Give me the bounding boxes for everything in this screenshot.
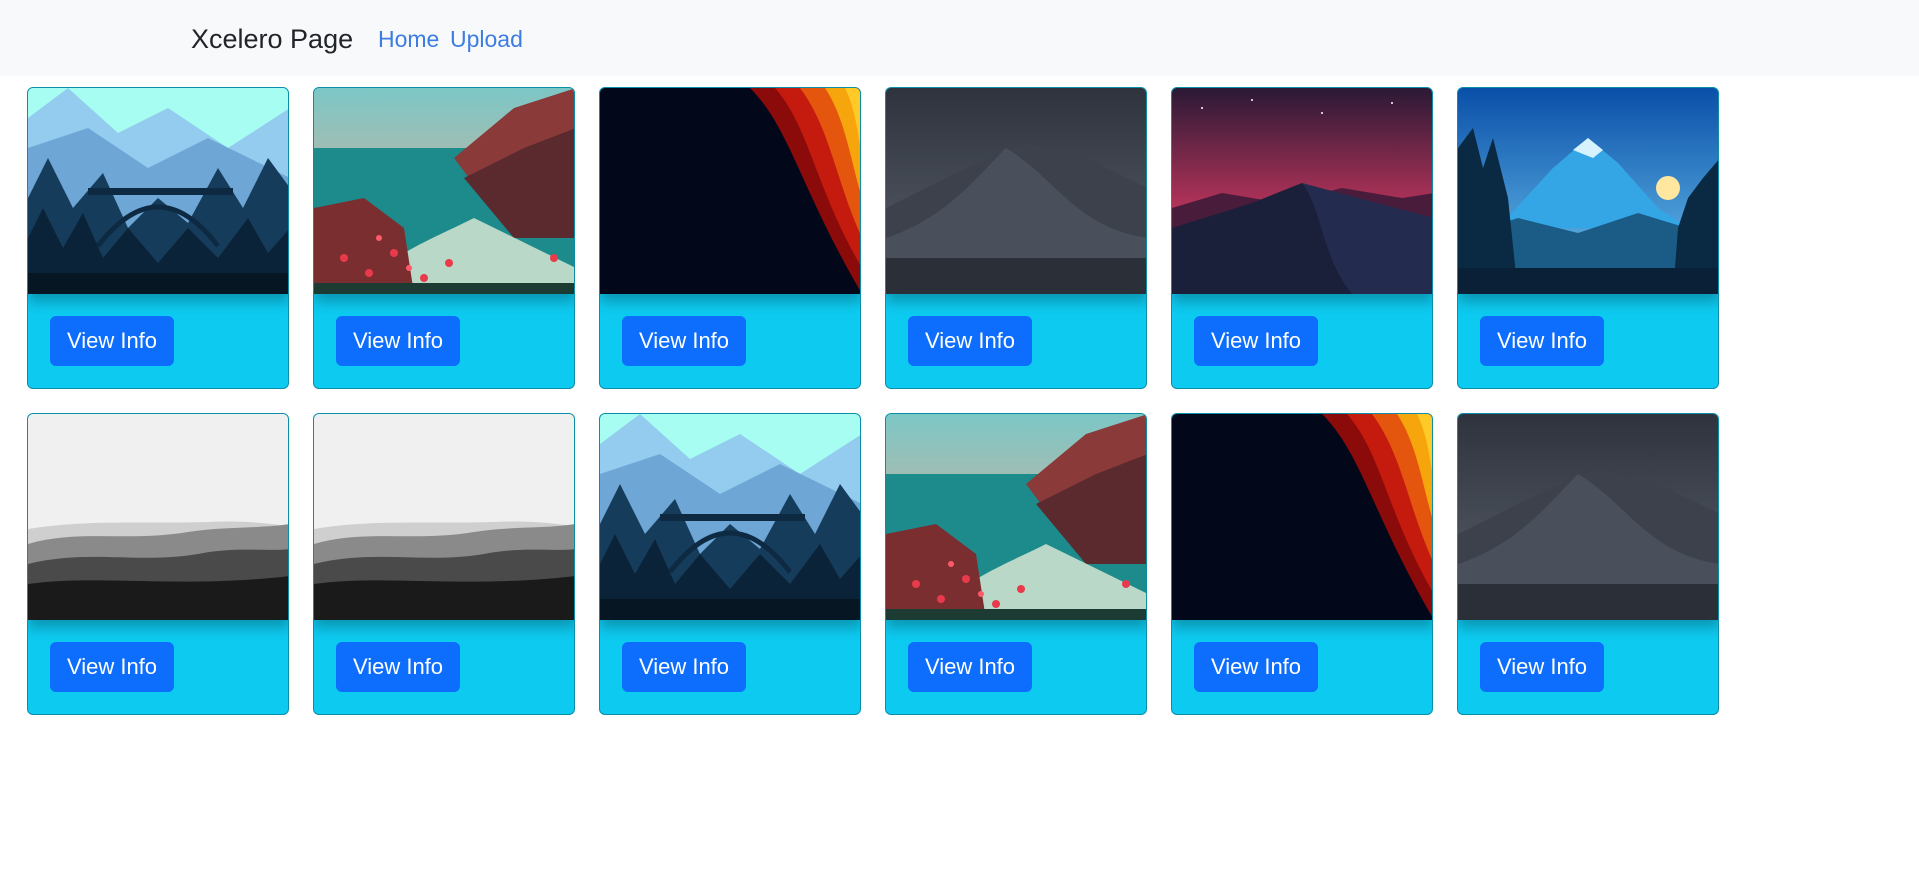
view-info-button[interactable]: View Info xyxy=(908,316,1032,366)
image-card: View Info xyxy=(1171,87,1433,389)
card-image-dark-red-wave xyxy=(1172,414,1432,620)
card-image-blue-mountain-sunrise xyxy=(1458,88,1718,294)
view-info-button[interactable]: View Info xyxy=(908,642,1032,692)
view-info-button[interactable]: View Info xyxy=(1194,316,1318,366)
card-image-grey-dunes xyxy=(886,88,1146,294)
image-card: View Info xyxy=(885,413,1147,715)
card-image-bridge-landscape xyxy=(28,88,288,294)
image-card: View Info xyxy=(313,413,575,715)
card-image-grey-dunes xyxy=(1458,414,1718,620)
view-info-button[interactable]: View Info xyxy=(622,316,746,366)
image-card: View Info xyxy=(885,87,1147,389)
image-card: View Info xyxy=(599,413,861,715)
card-image-bridge-landscape xyxy=(600,414,860,620)
view-info-button[interactable]: View Info xyxy=(622,642,746,692)
card-image-grey-hills xyxy=(28,414,288,620)
image-card: View Info xyxy=(1457,87,1719,389)
image-card: View Info xyxy=(1171,413,1433,715)
view-info-button[interactable]: View Info xyxy=(336,642,460,692)
view-info-button[interactable]: View Info xyxy=(1480,316,1604,366)
image-card: View Info xyxy=(599,87,861,389)
card-image-coast-flowers xyxy=(314,88,574,294)
nav-link-home[interactable]: Home xyxy=(378,24,439,54)
image-card: View Info xyxy=(27,413,289,715)
view-info-button[interactable]: View Info xyxy=(1194,642,1318,692)
nav-link-upload[interactable]: Upload xyxy=(450,24,523,54)
image-card: View Info xyxy=(1457,413,1719,715)
view-info-button[interactable]: View Info xyxy=(50,642,174,692)
card-image-red-sky-dunes xyxy=(1172,88,1432,294)
image-card: View Info xyxy=(313,87,575,389)
navbar: Xcelero Page Home Upload xyxy=(0,0,1919,76)
brand-title[interactable]: Xcelero Page xyxy=(191,22,353,56)
card-image-coast-flowers xyxy=(886,414,1146,620)
view-info-button[interactable]: View Info xyxy=(336,316,460,366)
image-card: View Info xyxy=(27,87,289,389)
card-image-grey-hills xyxy=(314,414,574,620)
view-info-button[interactable]: View Info xyxy=(50,316,174,366)
card-image-dark-red-wave xyxy=(600,88,860,294)
view-info-button[interactable]: View Info xyxy=(1480,642,1604,692)
